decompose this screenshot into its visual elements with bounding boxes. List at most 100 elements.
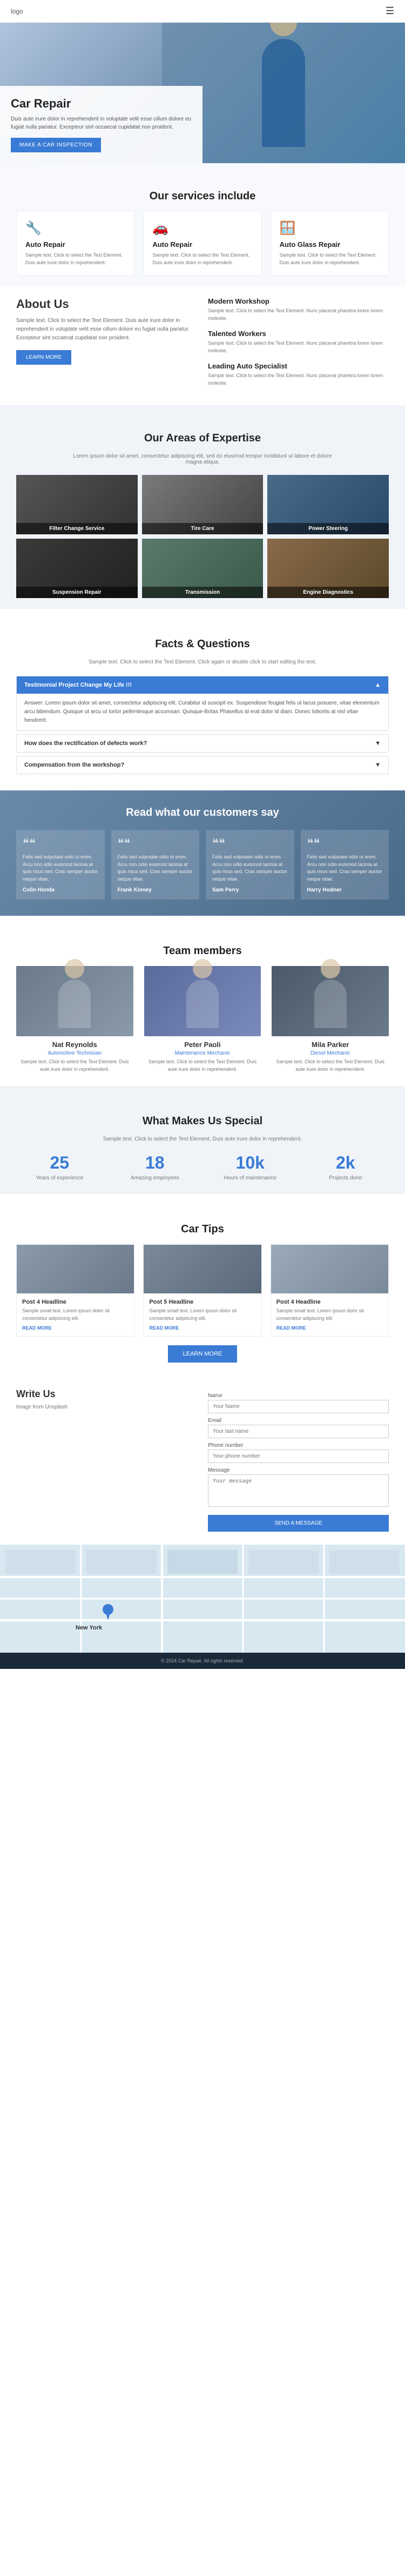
- header: logo ☰: [0, 0, 405, 23]
- facts-title: Facts & Questions: [16, 638, 389, 650]
- expertise-item-4[interactable]: Transmission: [142, 539, 264, 598]
- hero-section: Car Repair Duis aute irure dolor in repr…: [0, 23, 405, 163]
- expertise-label-5: Engine Diagnostics: [267, 587, 389, 598]
- writeus-title: Write Us: [16, 1388, 197, 1400]
- about-item-0: Modern Workshop Sample text. Click to se…: [208, 297, 389, 322]
- services-section: Our services include 🔧 Auto Repair Sampl…: [0, 163, 405, 286]
- tip-content-1: Post 5 Headline Sample small text. Lorem…: [144, 1293, 261, 1336]
- tip-read-1[interactable]: READ MORE: [149, 1325, 255, 1331]
- testimonial-text-3: Felis sed vulputate odio ut enim. Arcu n…: [307, 854, 383, 883]
- tip-card-0: Post 4 Headline Sample small text. Lorem…: [16, 1244, 134, 1337]
- service-title-2: Auto Glass Repair: [280, 240, 380, 249]
- about-item-1: Talented Workers Sample text. Click to s…: [208, 330, 389, 354]
- testimonials-section: Read what our customers say ❝❝ Felis sed…: [0, 790, 405, 916]
- menu-icon[interactable]: ☰: [386, 5, 394, 17]
- testimonial-name-3: Harry Hodner: [307, 887, 383, 893]
- tip-desc-0: Sample small text. Lorem ipsum dolor sit…: [22, 1307, 129, 1322]
- expertise-item-2[interactable]: Power Steering: [267, 475, 389, 534]
- about-section: About Us Sample text. Click to select th…: [0, 286, 405, 405]
- services-grid: 🔧 Auto Repair Sample text. Click to sele…: [16, 211, 389, 276]
- faq-question-0[interactable]: Testimonial Project Change My Life !!! ▲: [17, 676, 388, 694]
- faq-item-0[interactable]: Testimonial Project Change My Life !!! ▲…: [16, 676, 389, 731]
- expertise-label-3: Suspension Repair: [16, 587, 138, 598]
- special-section: What Makes Us Special Sample text. Click…: [0, 1086, 405, 1194]
- about-learn-more-button[interactable]: LEARN MORE: [16, 350, 71, 365]
- name-input[interactable]: [208, 1400, 389, 1413]
- expertise-item-1[interactable]: Tire Care: [142, 475, 264, 534]
- hero-cta-button[interactable]: MAKE A CAR INSPECTION: [11, 138, 101, 152]
- testimonial-quote-1: ❝❝: [118, 836, 193, 850]
- tip-desc-2: Sample small text. Lorem ipsum dolor sit…: [276, 1307, 383, 1322]
- email-label: Email: [208, 1418, 389, 1424]
- service-desc-2: Sample text. Click to select the Text El…: [280, 252, 380, 266]
- testimonial-text-2: Felis sed vulputate odio ut enim. Arcu n…: [212, 854, 288, 883]
- testimonial-2: ❝❝ Felis sed vulputate odio ut enim. Arc…: [206, 830, 294, 900]
- service-desc-0: Sample text. Click to select the Text El…: [25, 252, 125, 266]
- faq-question-1[interactable]: How does the rectification of defects wo…: [17, 735, 388, 752]
- footer-text: © 2024 Car Repair. All rights reserved.: [161, 1658, 244, 1663]
- expertise-item-3[interactable]: Suspension Repair: [16, 539, 138, 598]
- testimonial-text-1: Felis sed vulputate odio ut enim. Arcu n…: [118, 854, 193, 883]
- message-textarea[interactable]: [208, 1474, 389, 1507]
- stat-label-0: Years of experience: [16, 1175, 103, 1181]
- footer: © 2024 Car Repair. All rights reserved.: [0, 1653, 405, 1669]
- tip-content-2: Post 4 Headline Sample small text. Lorem…: [271, 1293, 388, 1336]
- facts-section: Facts & Questions Sample text. Click to …: [0, 609, 405, 790]
- faq-item-2[interactable]: Compensation from the workshop? ▼: [16, 756, 389, 774]
- message-label: Message: [208, 1467, 389, 1473]
- facts-description: Sample text. Click to select the Text El…: [68, 659, 338, 665]
- hero-overlay: Car Repair Duis aute irure dolor in repr…: [0, 86, 202, 163]
- stat-2: 10k Hours of maintenance: [207, 1153, 294, 1181]
- name-label: Name: [208, 1393, 389, 1399]
- phone-input[interactable]: [208, 1450, 389, 1463]
- writeus-left: Write Us Image from Unsplash: [16, 1388, 197, 1532]
- tip-img-0: [17, 1245, 134, 1293]
- email-input[interactable]: [208, 1425, 389, 1438]
- tips-learn-more-button[interactable]: LEARN MORE: [168, 1345, 238, 1363]
- special-description: Sample text. Click to select the Text El…: [68, 1136, 338, 1142]
- team-desc-1: Sample text. Click to select the Text El…: [144, 1058, 261, 1073]
- team-photo-0: [16, 966, 133, 1036]
- faq-question-2[interactable]: Compensation from the workshop? ▼: [17, 756, 388, 774]
- expertise-item-0[interactable]: Filter Change Service: [16, 475, 138, 534]
- service-desc-1: Sample text. Click to select the Text El…: [152, 252, 252, 266]
- about-item-desc-0: Sample text. Click to select the Text El…: [208, 307, 389, 322]
- faq-answer-0: Answer: Lorem ipsum dolor sit amet, cons…: [17, 694, 388, 730]
- tip-title-0: Post 4 Headline: [22, 1299, 129, 1305]
- expertise-label-4: Transmission: [142, 587, 264, 598]
- stat-0: 25 Years of experience: [16, 1153, 103, 1181]
- team-role-0: Automotive Technician: [16, 1050, 133, 1056]
- expertise-title: Our Areas of Expertise: [16, 432, 389, 445]
- team-member-2: Mila Parker Diesel Mechanic Sample text.…: [272, 966, 389, 1073]
- about-left: About Us Sample text. Click to select th…: [16, 297, 197, 394]
- tip-read-2[interactable]: READ MORE: [276, 1325, 383, 1331]
- service-icon-1: 🚗: [152, 220, 252, 236]
- expertise-section: Our Areas of Expertise Lorem ipsum dolor…: [0, 405, 405, 609]
- stat-label-1: Amazing employees: [112, 1175, 199, 1181]
- expertise-grid: Filter Change Service Tire Care Power St…: [16, 475, 389, 598]
- expertise-item-5[interactable]: Engine Diagnostics: [267, 539, 389, 598]
- stat-label-2: Hours of maintenance: [207, 1175, 294, 1181]
- writeus-submit-button[interactable]: SEND A MESSAGE: [208, 1515, 389, 1532]
- about-item-desc-1: Sample text. Click to select the Text El…: [208, 340, 389, 354]
- tip-img-2: [271, 1245, 388, 1293]
- team-photo-1: [144, 966, 261, 1036]
- team-role-1: Maintenance Mechanic: [144, 1050, 261, 1056]
- tip-card-2: Post 4 Headline Sample small text. Lorem…: [271, 1244, 389, 1337]
- tip-read-0[interactable]: READ MORE: [22, 1325, 129, 1331]
- phone-label: Phone number: [208, 1443, 389, 1448]
- team-member-0: Nat Reynolds Automotive Technician Sampl…: [16, 966, 133, 1073]
- map-placeholder: [0, 1545, 405, 1653]
- about-item-2: Leading Auto Specialist Sample text. Cli…: [208, 362, 389, 387]
- faq-item-1[interactable]: How does the rectification of defects wo…: [16, 734, 389, 753]
- map-city-label: New York: [76, 1625, 102, 1631]
- testimonials-title: Read what our customers say: [16, 807, 389, 819]
- about-title: About Us: [16, 297, 197, 311]
- writeus-form: Name Email Phone number Message SEND A M…: [208, 1388, 389, 1532]
- tip-desc-1: Sample small text. Lorem ipsum dolor sit…: [149, 1307, 255, 1322]
- hero-title: Car Repair: [11, 97, 192, 111]
- team-desc-0: Sample text. Click to select the Text El…: [16, 1058, 133, 1073]
- team-title: Team members: [16, 945, 389, 957]
- tip-img-1: [144, 1245, 261, 1293]
- tips-title: Car Tips: [16, 1223, 389, 1236]
